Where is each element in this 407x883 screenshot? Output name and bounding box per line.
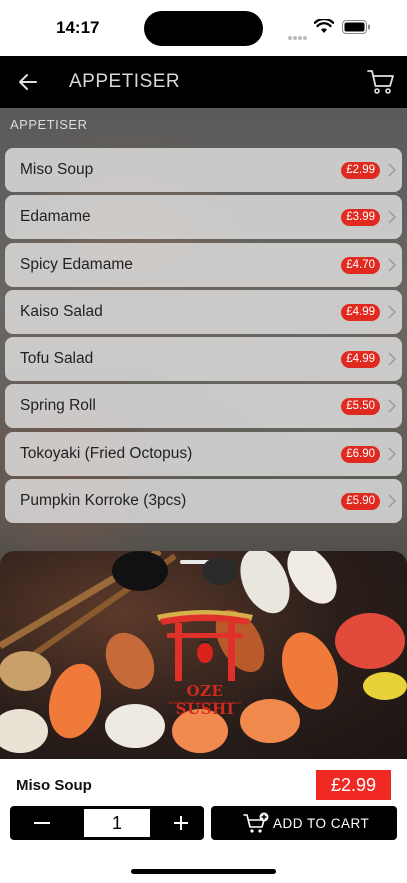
item-name: Kaiso Salad: [20, 302, 103, 320]
chevron-right-icon: [388, 163, 396, 177]
list-item[interactable]: Pumpkin Korroke (3pcs) £5.90: [5, 479, 402, 524]
list-item[interactable]: Tofu Salad £4.99: [5, 337, 402, 382]
price-badge: £3.99: [341, 209, 380, 227]
battery-icon: [342, 20, 370, 34]
restaurant-logo: OZE SUSHI JAPANESE RESTAURANT & TAKEAWAY: [155, 603, 255, 718]
list-item[interactable]: Miso Soup £2.99: [5, 148, 402, 192]
item-name: Spicy Edamame: [20, 255, 133, 273]
minus-icon[interactable]: [10, 806, 74, 840]
price-badge: £6.90: [341, 445, 380, 463]
price-badge: £5.90: [341, 493, 380, 511]
product-name: Miso Soup: [16, 777, 92, 794]
brand-tagline: JAPANESE RESTAURANT & TAKEAWAY: [167, 700, 243, 705]
arrow-left-icon[interactable]: [16, 70, 40, 94]
price-badge: £4.99: [341, 303, 380, 321]
chevron-right-icon: [388, 352, 396, 366]
item-name: Pumpkin Korroke (3pcs): [20, 492, 187, 510]
chevron-right-icon: [388, 305, 396, 319]
chevron-right-icon: [388, 399, 396, 414]
wifi-icon: [314, 19, 334, 33]
price-badge: £5.50: [341, 398, 380, 416]
section-label: APPETISER: [10, 117, 88, 132]
list-item[interactable]: Kaiso Salad £4.99: [5, 289, 402, 334]
dynamic-island: [144, 11, 263, 46]
status-bar: 14:17: [0, 0, 407, 56]
menu-background: APPETISER Miso Soup £2.99 Edamame £3.99 …: [0, 108, 407, 759]
item-name: Tokoyaki (Fried Octopus): [20, 444, 193, 462]
page-title: APPETISER: [69, 71, 181, 92]
add-to-cart-label: ADD TO CART: [273, 816, 370, 831]
bottom-sheet[interactable]: OZE SUSHI JAPANESE RESTAURANT & TAKEAWAY: [0, 551, 407, 759]
product-price: £2.99: [316, 770, 391, 800]
item-name: Edamame: [20, 208, 91, 226]
list-item[interactable]: Spicy Edamame £4.70: [5, 242, 402, 287]
plus-icon[interactable]: [140, 806, 204, 840]
torii-gate-icon: [157, 610, 253, 681]
quantity-stepper: 1: [10, 806, 204, 840]
list-item[interactable]: Edamame £3.99: [5, 195, 402, 240]
price-badge: £4.99: [341, 351, 380, 369]
item-name: Miso Soup: [20, 161, 94, 178]
home-indicator: [131, 869, 276, 874]
shopping-cart-icon[interactable]: [367, 69, 395, 95]
add-to-cart-button[interactable]: ADD TO CART: [211, 806, 397, 840]
list-item[interactable]: Spring Roll £5.50: [5, 384, 402, 429]
item-name: Tofu Salad: [20, 350, 94, 368]
chevron-right-icon: [388, 494, 396, 508]
menu-list: Miso Soup £2.99 Edamame £3.99 Spicy Edam…: [5, 148, 402, 526]
price-badge: £2.99: [341, 162, 380, 179]
chevron-right-icon: [388, 258, 396, 272]
signal-icon: [288, 27, 308, 45]
chevron-right-icon: [388, 447, 396, 461]
nav-bar: APPETISER: [0, 56, 407, 108]
chevron-right-icon: [388, 210, 396, 224]
price-badge: £4.70: [341, 256, 380, 274]
list-item[interactable]: Tokoyaki (Fried Octopus) £6.90: [5, 431, 402, 476]
item-name: Spring Roll: [20, 397, 96, 415]
status-time: 14:17: [56, 18, 100, 37]
cart-plus-icon: [243, 812, 269, 833]
